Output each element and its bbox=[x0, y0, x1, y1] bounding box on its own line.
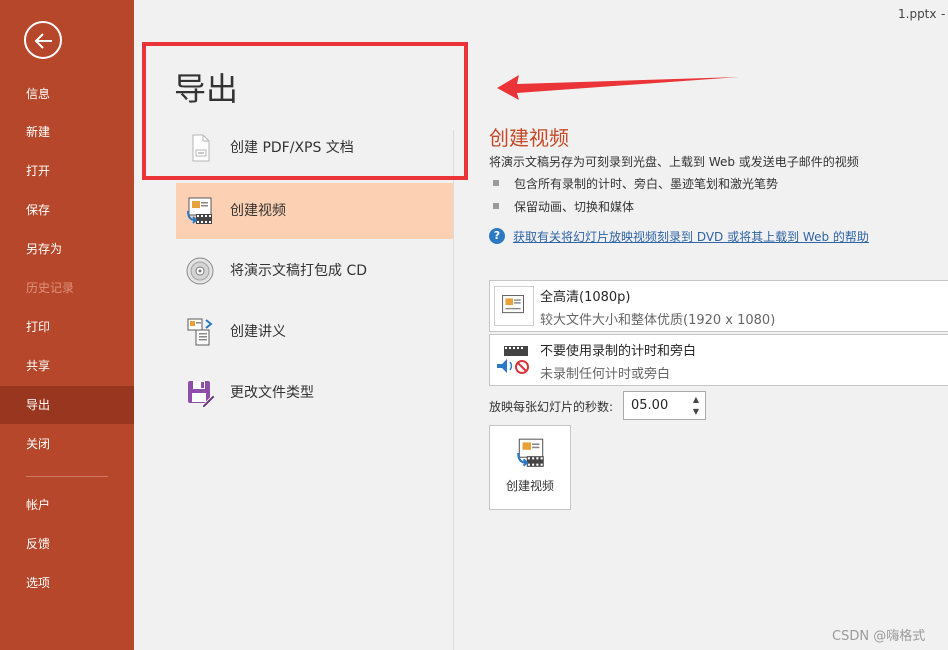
create-video-icon bbox=[517, 438, 544, 467]
nav-divider bbox=[26, 476, 108, 477]
bullet-text: 包含所有录制的计时、旁白、墨迹笔划和激光笔势 bbox=[514, 177, 779, 191]
watermark: CSDN @嗨格式 bbox=[832, 629, 926, 644]
title-separator: - bbox=[941, 7, 946, 21]
presentation-quality-icon bbox=[494, 286, 534, 326]
bullet-icon bbox=[493, 203, 499, 209]
timing-narration-dropdown[interactable]: 不要使用录制的计时和旁白 未录制任何计时或旁白 bbox=[489, 334, 948, 386]
spin-up-icon[interactable]: ▲ bbox=[689, 394, 703, 406]
create-video-button[interactable]: 创建视频 bbox=[489, 425, 571, 510]
export-item-label: 更改文件类型 bbox=[230, 385, 314, 401]
nav-info[interactable]: 信息 bbox=[0, 75, 134, 113]
export-item-label: 创建视频 bbox=[230, 203, 286, 219]
annotation-arrow-icon bbox=[497, 75, 739, 100]
nav-close[interactable]: 关闭 bbox=[0, 425, 134, 463]
seconds-per-slide-input[interactable]: 05.00 ▲ ▼ bbox=[623, 391, 706, 420]
quality-title: 全高清(1080p) bbox=[540, 290, 631, 305]
file-name: 1.pptx bbox=[898, 7, 937, 21]
export-item-package-cd[interactable]: 将演示文稿打包成 CD bbox=[176, 243, 453, 299]
create-video-label: 创建视频 bbox=[505, 479, 554, 493]
video-quality-dropdown[interactable]: 全高清(1080p) 较大文件大小和整体优质(1920 x 1080) bbox=[489, 280, 948, 332]
export-item-change-type[interactable]: 更改文件类型 bbox=[176, 365, 453, 421]
back-button[interactable] bbox=[24, 21, 62, 59]
quality-subtitle: 较大文件大小和整体优质(1920 x 1080) bbox=[540, 313, 776, 328]
nav-options[interactable]: 选项 bbox=[0, 564, 134, 602]
nav-account[interactable]: 帐户 bbox=[0, 486, 134, 524]
export-item-handouts[interactable]: 创建讲义 bbox=[176, 304, 453, 360]
spin-down-icon[interactable]: ▼ bbox=[689, 406, 703, 418]
seconds-value: 05.00 bbox=[631, 398, 669, 413]
timing-subtitle: 未录制任何计时或旁白 bbox=[540, 367, 671, 382]
nav-save[interactable]: 保存 bbox=[0, 191, 134, 229]
nav-share[interactable]: 共享 bbox=[0, 347, 134, 385]
help-question-icon: ? bbox=[489, 228, 505, 244]
export-item-video[interactable]: 创建视频 bbox=[176, 183, 453, 239]
seconds-per-slide-label: 放映每张幻灯片的秒数: bbox=[489, 400, 614, 414]
backstage-sidebar: 信息 新建 打开 保存 另存为 历史记录 打印 共享 导出 关闭 帐户 反馈 选… bbox=[0, 0, 134, 650]
export-item-label: 将演示文稿打包成 CD bbox=[230, 263, 368, 279]
column-divider bbox=[453, 130, 454, 650]
save-as-type-icon bbox=[188, 381, 216, 409]
nav-feedback[interactable]: 反馈 bbox=[0, 525, 134, 563]
help-link[interactable]: 获取有关将幻灯片放映视频刻录到 DVD 或将其上载到 Web 的帮助 bbox=[513, 228, 869, 245]
timing-title: 不要使用录制的计时和旁白 bbox=[540, 344, 697, 359]
nav-export[interactable]: 导出 bbox=[0, 386, 134, 424]
nav-history: 历史记录 bbox=[26, 281, 75, 295]
nav-save-as[interactable]: 另存为 bbox=[0, 230, 134, 268]
bullet-text: 保留动画、切换和媒体 bbox=[514, 200, 635, 214]
bullet-icon bbox=[493, 180, 499, 186]
nav-new[interactable]: 新建 bbox=[0, 113, 134, 151]
cd-icon bbox=[186, 257, 214, 285]
annotation-highlight-box bbox=[142, 42, 468, 180]
export-item-label: 创建讲义 bbox=[230, 324, 286, 340]
nav-open[interactable]: 打开 bbox=[0, 152, 134, 190]
panel-description: 将演示文稿另存为可刻录到光盘、上载到 Web 或发送电子邮件的视频 bbox=[489, 155, 859, 169]
arrow-left-icon bbox=[34, 33, 52, 49]
no-narration-icon bbox=[494, 340, 534, 380]
panel-title: 创建视频 bbox=[489, 126, 569, 150]
nav-print[interactable]: 打印 bbox=[0, 308, 134, 346]
handouts-icon bbox=[187, 318, 213, 346]
video-export-icon bbox=[187, 197, 212, 224]
